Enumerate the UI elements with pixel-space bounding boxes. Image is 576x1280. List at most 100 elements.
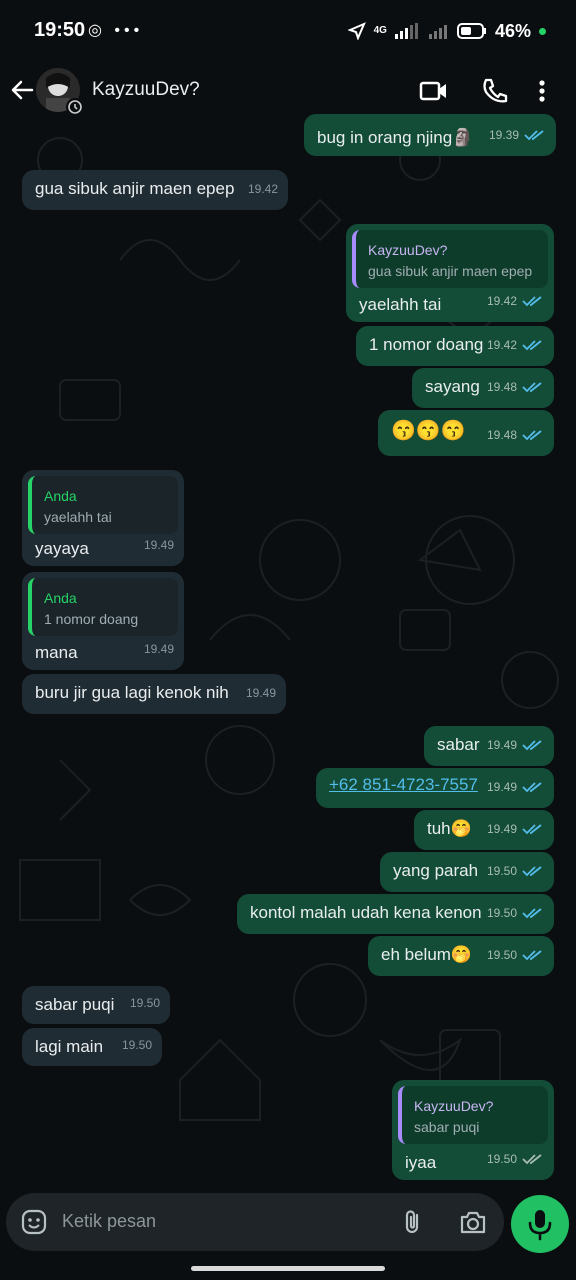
message-time: 19.49	[245, 686, 276, 700]
message-meta: 19.49	[144, 534, 174, 556]
chat-header: KayzuuDev?	[0, 62, 576, 120]
message-text: yayaya	[35, 539, 89, 558]
message-meta: 19.49	[487, 734, 544, 756]
message-meta: 19.49	[144, 638, 174, 660]
camera-icon[interactable]	[458, 1208, 488, 1236]
phone-number-link[interactable]: +62 851-4723-7557	[329, 774, 478, 796]
battery-level: 46%	[494, 20, 531, 41]
message-meta: 19.42	[487, 334, 544, 356]
message-bubble[interactable]: yang parah 19.50	[380, 852, 554, 892]
message-meta: 19.50	[122, 1034, 152, 1056]
message-meta: 19.48	[487, 424, 544, 446]
gesture-nav-bar[interactable]	[191, 1266, 385, 1271]
message-time: 19.49	[486, 780, 517, 794]
read-ticks-icon	[522, 950, 542, 961]
message-time: 19.50	[486, 948, 517, 962]
mic-button[interactable]	[511, 1195, 569, 1253]
message-time: 19.50	[486, 864, 517, 878]
message-time: 19.50	[129, 996, 160, 1010]
message-meta: 19.49	[487, 818, 544, 840]
message-bubble[interactable]: sayang 19.48	[412, 368, 554, 408]
message-time: 19.49	[143, 538, 174, 552]
status-right: 4G 46%	[347, 19, 546, 43]
message-bubble-reply[interactable]: Anda yaelahh tai yayaya 19.49	[22, 470, 184, 566]
contact-name[interactable]: KayzuuDev?	[92, 79, 200, 101]
message-text: kontol malah udah kena kenon	[250, 903, 482, 922]
message-text: iyaa	[405, 1153, 437, 1172]
message-meta: 19.49	[487, 776, 544, 798]
quote-author: Anda	[44, 590, 77, 606]
message-bubble-reply[interactable]: KayzuuDev? gua sibuk anjir maen epep yae…	[346, 224, 554, 322]
privacy-dot-icon	[539, 27, 546, 35]
message-meta: 19.50	[487, 902, 544, 924]
message-text: 😙😙😙	[391, 420, 466, 442]
network-type: 4G	[373, 25, 387, 36]
quoted-message[interactable]: KayzuuDev? gua sibuk anjir maen epep	[352, 230, 548, 288]
message-bubble-reply[interactable]: Anda 1 nomor doang mana 19.49	[22, 572, 184, 670]
message-bubble-reply[interactable]: KayzuuDev? sabar puqi iyaa 19.50	[392, 1080, 554, 1180]
message-meta: 19.42	[248, 178, 278, 200]
status-notification-icons: ◎ •••	[88, 22, 144, 39]
message-time: 19.42	[486, 338, 517, 352]
message-meta: 19.50	[487, 1148, 544, 1170]
message-time: 19.42	[486, 294, 517, 308]
message-bubble[interactable]: bug in orang njing🗿 19.39	[304, 114, 556, 156]
read-ticks-icon	[522, 296, 542, 307]
message-meta: 19.39	[489, 124, 546, 146]
quote-text: yaelahh tai	[44, 509, 112, 525]
message-time: 19.39	[488, 128, 519, 142]
message-text: mana	[35, 643, 78, 662]
message-bubble[interactable]: tuh🤭 19.49	[414, 810, 554, 850]
quoted-message[interactable]: Anda yaelahh tai	[28, 476, 178, 534]
message-text: buru jir gua lagi kenok nih	[35, 683, 229, 702]
quote-author: Anda	[44, 488, 77, 504]
message-text: eh belum🤭	[381, 945, 473, 964]
mic-icon	[528, 1210, 552, 1241]
read-ticks-icon	[522, 340, 542, 351]
message-time: 19.49	[143, 642, 174, 656]
message-bubble[interactable]: sabar puqi 19.50	[22, 986, 170, 1024]
phone-icon[interactable]	[480, 76, 512, 106]
message-bubble[interactable]: kontol malah udah kena kenon 19.50	[237, 894, 554, 934]
message-bubble[interactable]: buru jir gua lagi kenok nih 19.49	[22, 674, 286, 714]
delivered-ticks-icon	[522, 1154, 542, 1165]
message-bubble[interactable]: +62 851-4723-7557 19.49	[316, 768, 554, 808]
read-ticks-icon	[522, 382, 542, 393]
message-bubble[interactable]: 😙😙😙 19.48	[378, 410, 554, 456]
message-time: 19.49	[486, 738, 517, 752]
quote-text: gua sibuk anjir maen epep	[368, 263, 533, 279]
message-bubble[interactable]: gua sibuk anjir maen epep 19.42	[22, 170, 288, 210]
message-bubble[interactable]: lagi main 19.50	[22, 1028, 162, 1066]
message-meta: 19.50	[487, 860, 544, 882]
message-time: 19.48	[486, 428, 517, 442]
message-meta: 19.42	[487, 290, 544, 312]
message-time: 19.48	[486, 380, 517, 394]
quote-author: KayzuuDev?	[414, 1098, 494, 1114]
message-input[interactable]: Ketik pesan	[62, 1211, 156, 1232]
message-bubble[interactable]: sabar 19.49	[424, 726, 554, 766]
message-meta: 19.50	[487, 944, 544, 966]
message-bubble[interactable]: eh belum🤭 19.50	[368, 936, 554, 976]
video-call-icon[interactable]	[418, 76, 450, 106]
attach-icon[interactable]	[398, 1207, 428, 1237]
signal2-icon	[428, 25, 447, 39]
message-time: 19.42	[247, 182, 278, 196]
quoted-message[interactable]: Anda 1 nomor doang	[28, 578, 178, 636]
message-time: 19.50	[486, 906, 517, 920]
back-arrow-icon[interactable]	[8, 76, 36, 104]
message-bubble[interactable]: 1 nomor doang 19.42	[356, 326, 554, 366]
quote-text: sabar puqi	[414, 1119, 480, 1135]
read-ticks-icon	[522, 908, 542, 919]
message-text: 1 nomor doang	[369, 335, 484, 354]
quoted-message[interactable]: KayzuuDev? sabar puqi	[398, 1086, 548, 1144]
location-icon	[347, 22, 366, 40]
more-vert-icon[interactable]	[532, 76, 552, 106]
read-ticks-icon	[522, 866, 542, 877]
message-text: yaelahh tai	[359, 295, 442, 314]
read-ticks-icon	[522, 740, 542, 751]
emoji-icon[interactable]	[20, 1208, 48, 1236]
message-text: tuh🤭	[427, 819, 472, 838]
message-time: 19.49	[486, 822, 517, 836]
message-text: bug in orang njing🗿	[317, 128, 474, 147]
status-clock-icon	[66, 98, 84, 116]
